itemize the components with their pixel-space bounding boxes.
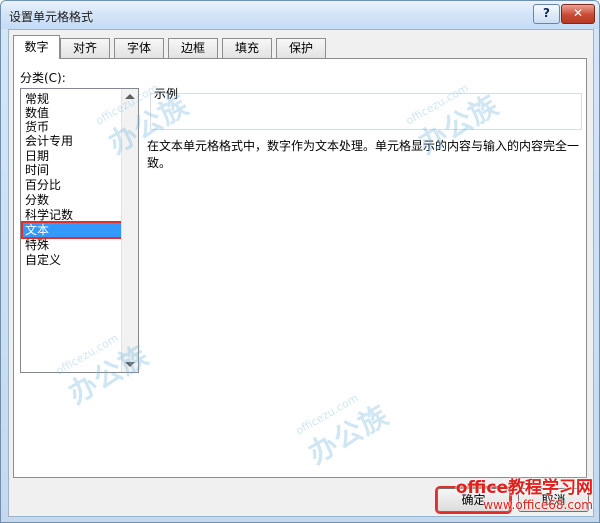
category-label: 分类(C): — [20, 71, 66, 85]
tab-fill[interactable]: 填充 — [222, 38, 272, 58]
tab-number[interactable]: 数字 — [13, 35, 60, 59]
category-item-date[interactable]: 日期 — [23, 149, 121, 163]
sample-box — [150, 93, 582, 130]
category-item-currency[interactable]: 货币 — [23, 120, 121, 134]
category-item-fraction[interactable]: 分数 — [23, 193, 121, 207]
format-cells-dialog: 设置单元格格式 ? ✕ 数字 对齐 字体 边框 填充 保护 分类(C): 常规 … — [0, 0, 600, 523]
category-item-general[interactable]: 常规 — [23, 92, 121, 106]
tab-alignment[interactable]: 对齐 — [60, 38, 110, 58]
dialog-body: 数字 对齐 字体 边框 填充 保护 分类(C): 常规 数值 货币 会计专用 日… — [8, 29, 594, 517]
scroll-down-arrow-icon[interactable] — [125, 362, 135, 367]
dialog-title: 设置单元格格式 — [9, 10, 94, 24]
number-tab-panel: 分类(C): 常规 数值 货币 会计专用 日期 时间 百分比 分数 科学记数 文… — [13, 58, 587, 478]
help-button[interactable]: ? — [533, 4, 560, 24]
category-item-special[interactable]: 特殊 — [23, 238, 121, 252]
category-item-percentage[interactable]: 百分比 — [23, 178, 121, 192]
category-item-accounting[interactable]: 会计专用 — [23, 134, 121, 148]
category-item-number[interactable]: 数值 — [23, 106, 121, 120]
category-item-time[interactable]: 时间 — [23, 163, 121, 177]
category-item-text[interactable]: 文本 — [21, 221, 123, 239]
close-button[interactable]: ✕ — [561, 4, 595, 24]
tab-protection[interactable]: 保护 — [276, 38, 326, 58]
tab-border[interactable]: 边框 — [168, 38, 218, 58]
cancel-button[interactable]: 取消 — [518, 488, 589, 512]
ok-button[interactable]: 确定 — [435, 486, 512, 514]
category-list[interactable]: 常规 数值 货币 会计专用 日期 时间 百分比 分数 科学记数 文本 特殊 自定… — [20, 88, 139, 373]
scroll-up-arrow-icon[interactable] — [125, 94, 135, 99]
sample-label: 示例 — [154, 87, 179, 101]
category-item-scientific[interactable]: 科学记数 — [23, 208, 121, 222]
category-description: 在文本单元格格式中，数字作为文本处理。单元格显示的内容与输入的内容完全一致。 — [147, 139, 580, 170]
title-bar: 设置单元格格式 ? ✕ — [1, 1, 599, 29]
tab-font[interactable]: 字体 — [114, 38, 164, 58]
category-scrollbar[interactable] — [121, 89, 138, 372]
category-item-custom[interactable]: 自定义 — [23, 253, 121, 267]
